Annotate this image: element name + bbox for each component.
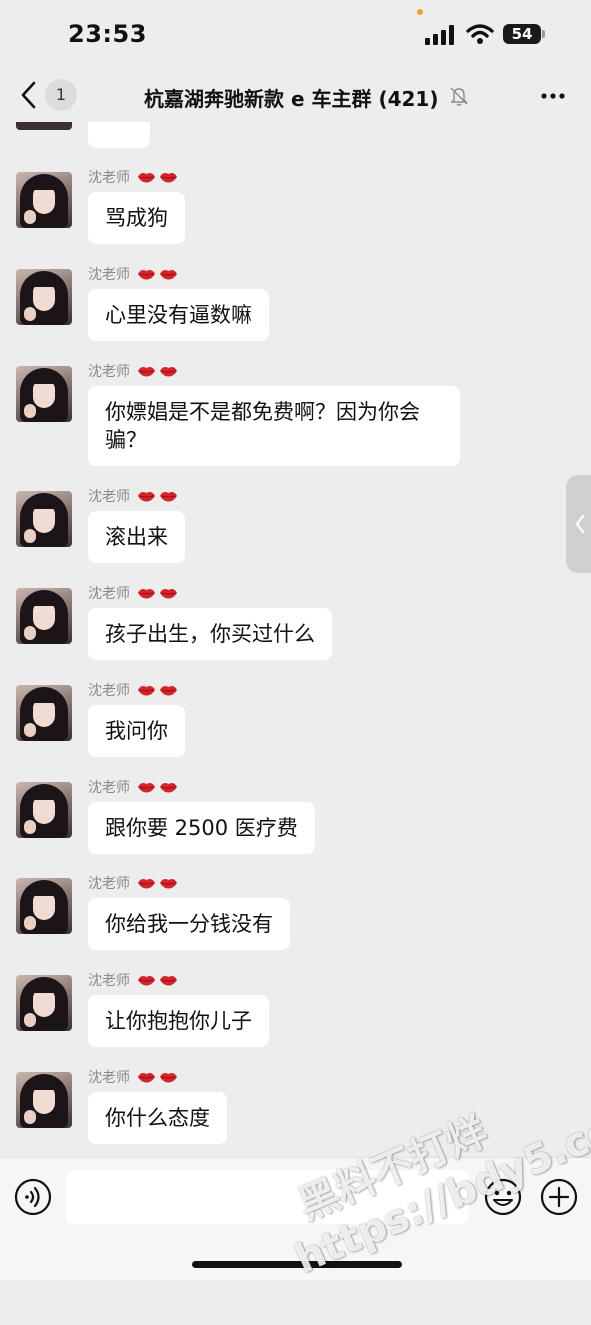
red-lips-icon <box>138 976 155 986</box>
sender-avatar[interactable] <box>16 685 72 741</box>
chat-title: 杭嘉湖奔驰新款 e 车主群 (421) <box>144 87 439 111</box>
sender-name[interactable]: 沈老师 <box>88 680 130 700</box>
red-lips-icon <box>138 686 155 696</box>
sender-name[interactable]: 沈老师 <box>88 361 130 381</box>
sender-avatar[interactable] <box>16 366 72 422</box>
voice-input-icon <box>14 1178 52 1216</box>
emoji-icon <box>484 1178 522 1216</box>
message-bubble[interactable]: 你嫖娼是不是都免费啊？因为你会骗？ <box>88 386 460 466</box>
message-bubble[interactable]: 跟你要 2500 医疗费 <box>88 802 315 854</box>
message-bubble[interactable]: 你给我一分钱没有 <box>88 898 290 950</box>
battery-indicator: 54 <box>503 24 541 44</box>
sender-avatar[interactable] <box>16 172 72 228</box>
battery-cap <box>542 30 545 38</box>
red-lips-icon <box>138 879 155 889</box>
side-drawer-handle[interactable] <box>566 475 591 573</box>
avatar-partial[interactable] <box>16 122 72 130</box>
sender-name[interactable]: 沈老师 <box>88 486 130 506</box>
red-lips-icon <box>160 367 177 377</box>
red-lips-icon <box>160 492 177 502</box>
sender-name[interactable]: 沈老师 <box>88 583 130 603</box>
message-bubble[interactable]: 让你抱抱你儿子 <box>88 995 269 1047</box>
red-lips-icon <box>160 976 177 986</box>
message-list[interactable]: 沈老师 骂成狗 沈老师 心里没有逼数嘛 沈老师 你嫖娼是不是都免费啊？因为你会骗？ 沈老师滚… <box>0 122 591 1157</box>
red-lips-icon <box>138 173 155 183</box>
privacy-indicator-dot <box>417 9 423 15</box>
red-lips-icon <box>160 879 177 889</box>
sender-row: 沈老师 <box>88 166 178 188</box>
emoji-button[interactable] <box>484 1178 522 1220</box>
red-lips-icon <box>160 1073 177 1083</box>
sender-avatar[interactable] <box>16 878 72 934</box>
status-bar: 23:53 54 <box>0 0 591 70</box>
back-button[interactable] <box>14 78 44 112</box>
red-lips-icon <box>160 173 177 183</box>
unread-count-badge[interactable]: 1 <box>45 79 77 111</box>
red-lips-icon <box>160 589 177 599</box>
red-lips-icon <box>138 270 155 280</box>
sender-name[interactable]: 沈老师 <box>88 970 130 990</box>
wifi-icon <box>466 24 494 44</box>
more-functions-button[interactable] <box>540 1178 578 1220</box>
sender-avatar[interactable] <box>16 782 72 838</box>
cellular-signal-icon <box>425 25 454 45</box>
red-lips-icon <box>138 367 155 377</box>
sender-row: 沈老师 <box>88 360 178 382</box>
red-lips-icon <box>138 1073 155 1083</box>
sender-avatar[interactable] <box>16 588 72 644</box>
red-lips-icon <box>138 783 155 793</box>
sender-row: 沈老师 <box>88 872 178 894</box>
sender-row: 沈老师 <box>88 776 178 798</box>
sender-name[interactable]: 沈老师 <box>88 873 130 893</box>
message-bubble[interactable]: 你什么态度 <box>88 1092 227 1144</box>
red-lips-icon <box>160 686 177 696</box>
sender-row: 沈老师 <box>88 679 178 701</box>
sender-row: 沈老师 <box>88 969 178 991</box>
sender-avatar[interactable] <box>16 975 72 1031</box>
voice-input-button[interactable] <box>14 1178 52 1220</box>
sender-name[interactable]: 沈老师 <box>88 167 130 187</box>
message-bubble[interactable]: 滚出来 <box>88 511 185 563</box>
sender-name[interactable]: 沈老师 <box>88 777 130 797</box>
message-bubble-partial[interactable] <box>88 122 150 148</box>
message-input[interactable] <box>66 1170 468 1224</box>
sender-row: 沈老师 <box>88 582 178 604</box>
sender-row: 沈老师 <box>88 1066 178 1088</box>
message-bubble[interactable]: 我问你 <box>88 705 185 757</box>
sender-avatar[interactable] <box>16 491 72 547</box>
plus-circle-icon <box>540 1178 578 1216</box>
message-bubble[interactable]: 骂成狗 <box>88 192 185 244</box>
home-indicator[interactable] <box>192 1261 402 1268</box>
more-options-button[interactable] <box>536 84 570 108</box>
sender-name[interactable]: 沈老师 <box>88 264 130 284</box>
sender-row: 沈老师 <box>88 485 178 507</box>
more-dots-icon <box>541 93 565 99</box>
red-lips-icon <box>138 589 155 599</box>
message-bubble[interactable]: 孩子出生，你买过什么 <box>88 608 332 660</box>
chevron-left-icon <box>575 514 585 534</box>
red-lips-icon <box>160 783 177 793</box>
sender-avatar[interactable] <box>16 269 72 325</box>
bell-muted-icon <box>450 87 468 106</box>
status-time: 23:53 <box>68 20 147 48</box>
red-lips-icon <box>160 270 177 280</box>
sender-row: 沈老师 <box>88 263 178 285</box>
message-bubble[interactable]: 心里没有逼数嘛 <box>88 289 269 341</box>
red-lips-icon <box>138 492 155 502</box>
chevron-left-icon <box>21 81 36 109</box>
sender-avatar[interactable] <box>16 1072 72 1128</box>
sender-name[interactable]: 沈老师 <box>88 1067 130 1087</box>
chat-header: 1 杭嘉湖奔驰新款 e 车主群 (421) <box>0 70 591 122</box>
